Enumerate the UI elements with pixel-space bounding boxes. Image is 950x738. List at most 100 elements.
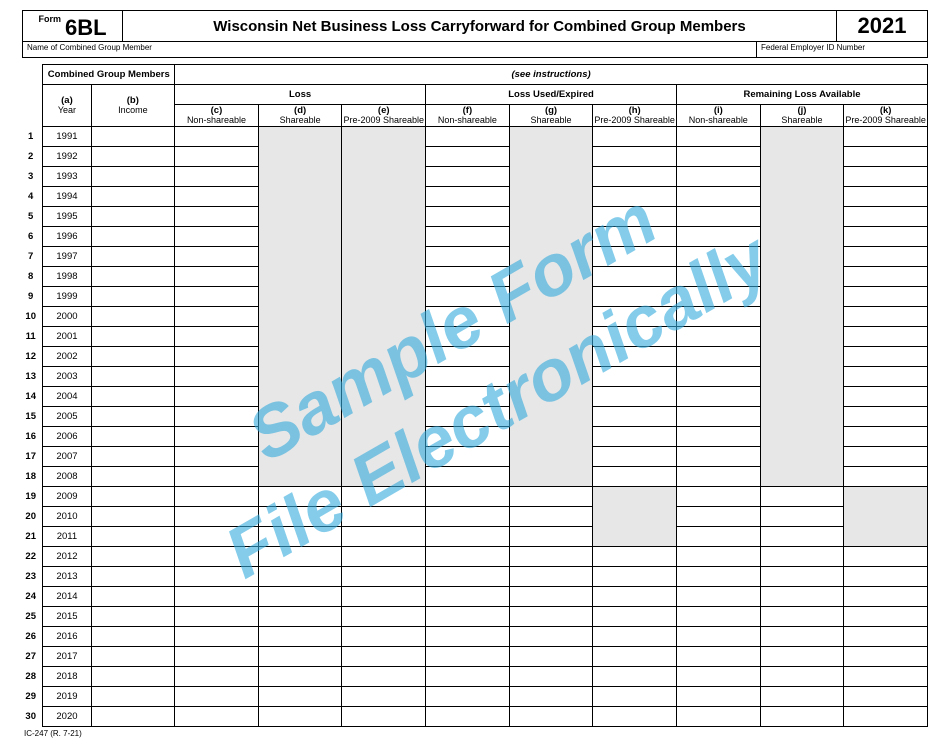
- cell-income[interactable]: [91, 367, 175, 387]
- cell-i[interactable]: [676, 567, 760, 587]
- cell-h[interactable]: [593, 567, 677, 587]
- cell-h[interactable]: [593, 707, 677, 727]
- cell-c[interactable]: [175, 447, 259, 467]
- cell-c[interactable]: [175, 587, 259, 607]
- cell-j[interactable]: [760, 607, 844, 627]
- cell-g[interactable]: [509, 687, 593, 707]
- cell-g[interactable]: [509, 667, 593, 687]
- cell-e[interactable]: [342, 567, 426, 587]
- cell-k[interactable]: [844, 347, 928, 367]
- cell-income[interactable]: [91, 647, 175, 667]
- cell-k[interactable]: [844, 367, 928, 387]
- cell-i[interactable]: [676, 467, 760, 487]
- cell-c[interactable]: [175, 687, 259, 707]
- cell-k[interactable]: [844, 247, 928, 267]
- cell-i[interactable]: [676, 147, 760, 167]
- cell-c[interactable]: [175, 307, 259, 327]
- cell-c[interactable]: [175, 167, 259, 187]
- cell-income[interactable]: [91, 507, 175, 527]
- cell-k[interactable]: [844, 547, 928, 567]
- cell-k[interactable]: [844, 667, 928, 687]
- cell-f[interactable]: [426, 627, 510, 647]
- cell-d[interactable]: [258, 587, 342, 607]
- cell-f[interactable]: [426, 347, 510, 367]
- cell-i[interactable]: [676, 367, 760, 387]
- cell-h[interactable]: [593, 227, 677, 247]
- cell-income[interactable]: [91, 267, 175, 287]
- cell-j[interactable]: [760, 527, 844, 547]
- cell-k[interactable]: [844, 447, 928, 467]
- cell-f[interactable]: [426, 127, 510, 147]
- cell-income[interactable]: [91, 247, 175, 267]
- cell-i[interactable]: [676, 707, 760, 727]
- cell-c[interactable]: [175, 407, 259, 427]
- cell-c[interactable]: [175, 267, 259, 287]
- cell-income[interactable]: [91, 567, 175, 587]
- cell-e[interactable]: [342, 647, 426, 667]
- cell-income[interactable]: [91, 407, 175, 427]
- cell-f[interactable]: [426, 407, 510, 427]
- cell-f[interactable]: [426, 687, 510, 707]
- cell-i[interactable]: [676, 287, 760, 307]
- cell-c[interactable]: [175, 367, 259, 387]
- cell-k[interactable]: [844, 307, 928, 327]
- cell-k[interactable]: [844, 387, 928, 407]
- cell-k[interactable]: [844, 687, 928, 707]
- cell-f[interactable]: [426, 667, 510, 687]
- cell-c[interactable]: [175, 507, 259, 527]
- cell-e[interactable]: [342, 627, 426, 647]
- cell-f[interactable]: [426, 607, 510, 627]
- cell-i[interactable]: [676, 187, 760, 207]
- cell-f[interactable]: [426, 447, 510, 467]
- cell-e[interactable]: [342, 707, 426, 727]
- cell-k[interactable]: [844, 267, 928, 287]
- cell-income[interactable]: [91, 427, 175, 447]
- cell-e[interactable]: [342, 487, 426, 507]
- cell-g[interactable]: [509, 587, 593, 607]
- cell-c[interactable]: [175, 147, 259, 167]
- cell-f[interactable]: [426, 307, 510, 327]
- cell-h[interactable]: [593, 547, 677, 567]
- cell-c[interactable]: [175, 427, 259, 447]
- cell-h[interactable]: [593, 387, 677, 407]
- cell-i[interactable]: [676, 407, 760, 427]
- cell-e[interactable]: [342, 547, 426, 567]
- cell-k[interactable]: [844, 707, 928, 727]
- cell-income[interactable]: [91, 347, 175, 367]
- cell-d[interactable]: [258, 487, 342, 507]
- cell-i[interactable]: [676, 447, 760, 467]
- cell-income[interactable]: [91, 207, 175, 227]
- cell-i[interactable]: [676, 607, 760, 627]
- cell-j[interactable]: [760, 627, 844, 647]
- cell-e[interactable]: [342, 687, 426, 707]
- cell-f[interactable]: [426, 427, 510, 447]
- cell-i[interactable]: [676, 667, 760, 687]
- cell-h[interactable]: [593, 607, 677, 627]
- cell-j[interactable]: [760, 547, 844, 567]
- cell-f[interactable]: [426, 647, 510, 667]
- cell-h[interactable]: [593, 587, 677, 607]
- cell-h[interactable]: [593, 407, 677, 427]
- cell-income[interactable]: [91, 707, 175, 727]
- cell-d[interactable]: [258, 707, 342, 727]
- cell-h[interactable]: [593, 667, 677, 687]
- cell-g[interactable]: [509, 507, 593, 527]
- cell-f[interactable]: [426, 527, 510, 547]
- cell-d[interactable]: [258, 647, 342, 667]
- cell-k[interactable]: [844, 627, 928, 647]
- cell-c[interactable]: [175, 627, 259, 647]
- cell-k[interactable]: [844, 607, 928, 627]
- cell-h[interactable]: [593, 427, 677, 447]
- cell-income[interactable]: [91, 527, 175, 547]
- cell-i[interactable]: [676, 527, 760, 547]
- cell-h[interactable]: [593, 367, 677, 387]
- cell-k[interactable]: [844, 427, 928, 447]
- cell-i[interactable]: [676, 487, 760, 507]
- cell-i[interactable]: [676, 227, 760, 247]
- cell-e[interactable]: [342, 587, 426, 607]
- cell-c[interactable]: [175, 187, 259, 207]
- cell-income[interactable]: [91, 307, 175, 327]
- cell-income[interactable]: [91, 127, 175, 147]
- cell-k[interactable]: [844, 587, 928, 607]
- cell-g[interactable]: [509, 487, 593, 507]
